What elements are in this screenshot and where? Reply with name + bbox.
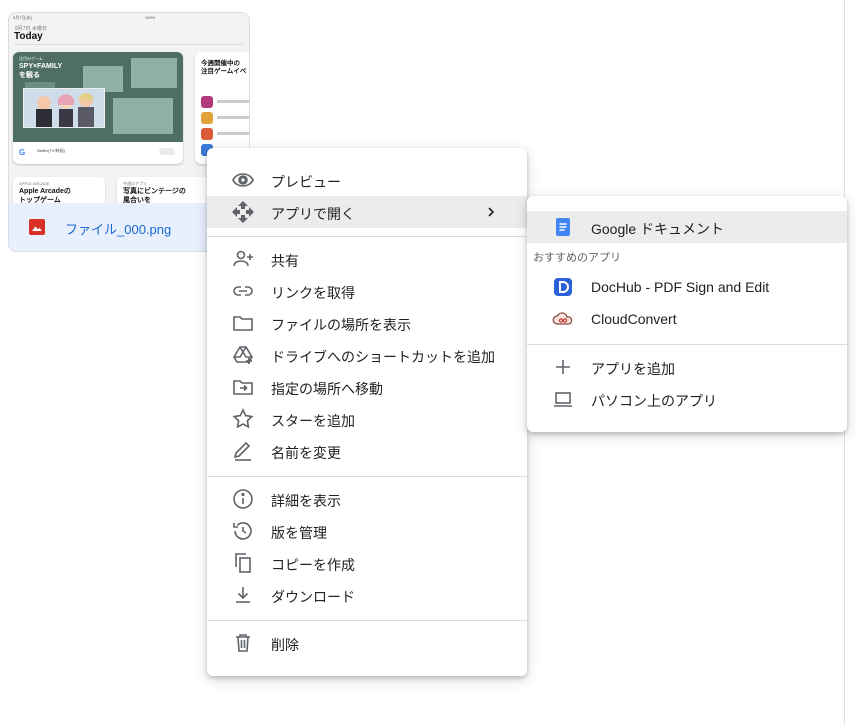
menu-item-label: 共有 (271, 253, 299, 269)
cloudconvert-icon (551, 307, 575, 331)
thumb-bottom-card-1: APPLE ARCADE Apple Arcadeの トップゲーム (13, 177, 105, 203)
trash-icon (231, 631, 255, 655)
submenu-item-label: パソコン上のアプリ (591, 393, 717, 409)
thumb-side-title: 今週開催中の 注目ゲームイベ (201, 60, 247, 75)
menu-item-add-shortcut[interactable]: ドライブへのショートカットを追加 (207, 339, 527, 371)
chevron-right-icon (479, 200, 503, 224)
thumb-feature-title: SPY×FAMILY を観る (19, 63, 63, 79)
menu-item-label: プレビュー (271, 174, 341, 190)
menu-divider (207, 620, 527, 621)
person-add-icon (231, 247, 255, 271)
drive-shortcut-icon (231, 343, 255, 367)
thumb-bottom-card-1-title: Apple Arcadeの トップゲーム (19, 188, 71, 203)
menu-item-label: 削除 (271, 637, 299, 653)
menu-item-label: ダウンロード (271, 589, 355, 605)
menu-item-delete[interactable]: 削除 (207, 627, 527, 659)
thumb-status-time: 9月7日(水) (13, 15, 33, 20)
menu-item-label: アプリで開く (271, 206, 355, 222)
submenu-item-add-app[interactable]: アプリを追加 (527, 351, 847, 383)
file-name[interactable]: ファイル_000.png (65, 219, 171, 238)
menu-item-versions[interactable]: 版を管理 (207, 515, 527, 547)
open-with-submenu: Google ドキュメント おすすめのアプリ DocHub - PDF Sign… (527, 196, 847, 432)
menu-item-show-location[interactable]: ファイルの場所を表示 (207, 307, 527, 339)
submenu-divider (527, 344, 847, 345)
submenu-item-label: Google ドキュメント (591, 221, 725, 237)
info-icon (231, 487, 255, 511)
menu-item-details[interactable]: 詳細を表示 (207, 483, 527, 515)
thumb-heading: Today (14, 31, 43, 42)
menu-item-open-with[interactable]: アプリで開く (207, 196, 527, 228)
submenu-item-cloudconvert[interactable]: CloudConvert (527, 303, 847, 335)
thumb-bottom-card-1-header: APPLE ARCADE (19, 181, 50, 186)
folder-icon (231, 311, 255, 335)
menu-item-label: スターを追加 (271, 413, 355, 429)
rename-pen-icon (231, 439, 255, 463)
menu-item-get-link[interactable]: リンクを取得 (207, 275, 527, 307)
menu-item-download[interactable]: ダウンロード (207, 579, 527, 611)
thumb-get-button (159, 148, 175, 155)
menu-item-label: ドライブへのショートカットを追加 (271, 349, 495, 365)
menu-item-label: コピーを作成 (271, 557, 355, 573)
thumb-anime-image (23, 88, 105, 128)
submenu-item-label: DocHub - PDF Sign and Edit (591, 279, 770, 295)
suggested-apps-heading: おすすめのアプリ (533, 252, 621, 264)
copy-icon (231, 551, 255, 575)
menu-item-preview[interactable]: プレビュー (207, 164, 527, 196)
menu-divider (207, 476, 527, 477)
menu-item-label: 版を管理 (271, 525, 327, 541)
plus-icon (551, 355, 575, 379)
star-icon (231, 407, 255, 431)
history-icon (231, 519, 255, 543)
context-menu: プレビュー アプリで開く 共有 リンクを取得 ファイルの場所を表示 ドライブへの… (207, 148, 527, 676)
eye-icon (231, 168, 255, 192)
menu-item-make-copy[interactable]: コピーを作成 (207, 547, 527, 579)
submenu-item-dochub[interactable]: DocHub - PDF Sign and Edit (527, 271, 847, 303)
menu-divider (207, 236, 527, 237)
google-docs-icon (551, 215, 575, 239)
link-icon (231, 279, 255, 303)
submenu-item-label: アプリを追加 (591, 361, 675, 377)
menu-item-label: 指定の場所へ移動 (271, 381, 383, 397)
dochub-icon (551, 275, 575, 299)
image-file-icon (29, 219, 45, 235)
open-with-icon (231, 200, 255, 224)
menu-item-rename[interactable]: 名前を変更 (207, 435, 527, 467)
menu-item-label: リンクを取得 (271, 285, 355, 301)
menu-item-label: 詳細を表示 (271, 493, 341, 509)
menu-item-label: 名前を変更 (271, 445, 341, 461)
move-to-folder-icon (231, 375, 255, 399)
thumb-status-battery: 100% (145, 15, 156, 20)
menu-item-share[interactable]: 共有 (207, 243, 527, 275)
thumb-google-icon: G (19, 148, 26, 157)
thumb-feature-card: 注目のゲーム SPY×FAMILY を観る G Netflix(TV/映画) (13, 52, 183, 164)
menu-item-label: ファイルの場所を表示 (271, 317, 411, 333)
menu-item-move-to[interactable]: 指定の場所へ移動 (207, 371, 527, 403)
submenu-item-google-docs[interactable]: Google ドキュメント (527, 211, 847, 243)
laptop-icon (551, 387, 575, 411)
thumb-divider (14, 44, 244, 45)
submenu-item-computer-apps[interactable]: パソコン上のアプリ (527, 383, 847, 415)
submenu-item-label: CloudConvert (591, 311, 677, 327)
thumb-app-name: Netflix(TV/映画) (37, 148, 65, 153)
menu-item-add-star[interactable]: スターを追加 (207, 403, 527, 435)
thumb-bottom-card-2: 今週のアプリ 写真にビンテージの 風合いを (117, 177, 209, 203)
download-icon (231, 583, 255, 607)
thumb-bottom-card-2-title: 写真にビンテージの 風合いを (123, 188, 186, 203)
